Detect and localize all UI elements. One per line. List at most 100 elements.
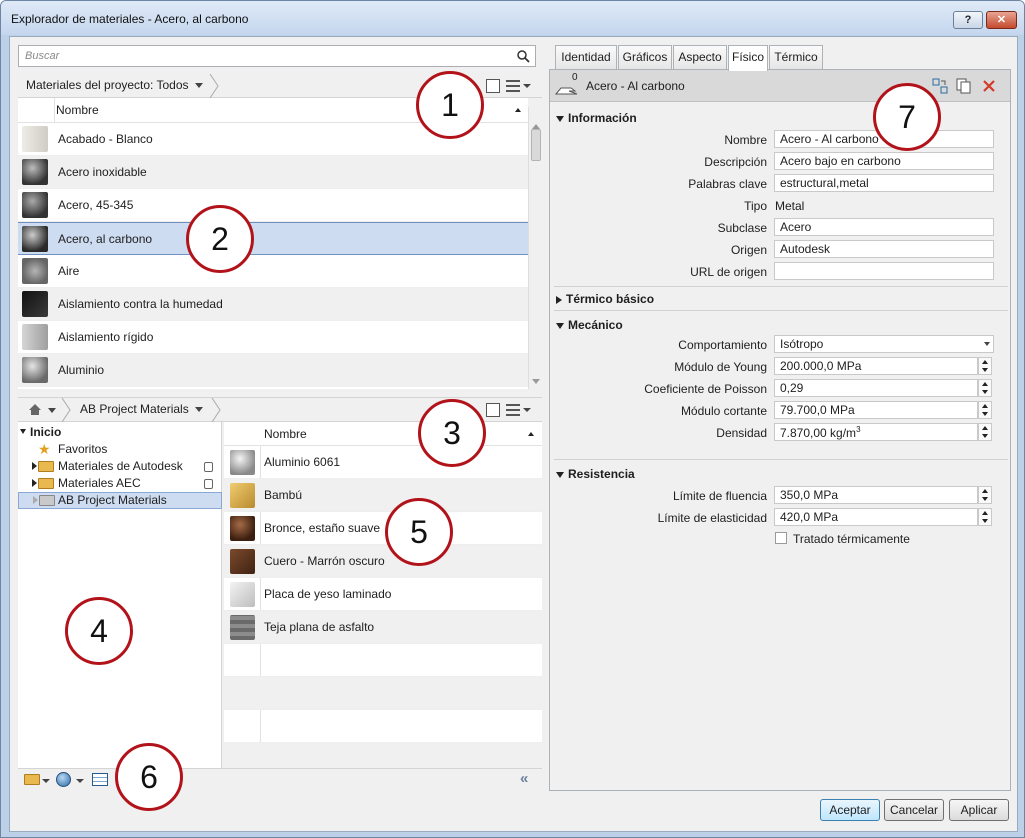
project-filter-dropdown[interactable]: Materiales del proyecto: Todos (26, 78, 203, 92)
modulo-cortante-field[interactable]: 79.700,0 MPa (774, 401, 978, 419)
poisson-stepper[interactable] (978, 379, 992, 397)
replace-asset-icon[interactable] (932, 78, 948, 94)
name-column-header[interactable]: Nombre (56, 103, 99, 117)
library-dropdown[interactable]: AB Project Materials (80, 402, 203, 416)
cancel-button[interactable]: Cancelar (884, 799, 944, 821)
modulo-cortante-stepper[interactable] (978, 401, 992, 419)
spin-up-icon[interactable] (982, 489, 988, 493)
create-material-icon[interactable] (56, 772, 71, 787)
remove-asset-icon[interactable] (982, 79, 996, 93)
descripcion-field[interactable]: Acero bajo en carbono (774, 152, 994, 170)
limite-fluencia-field[interactable]: 350,0 MPa (774, 486, 978, 504)
chevron-down-icon[interactable] (523, 407, 531, 412)
section-mecanico[interactable]: Mecánico (556, 318, 623, 332)
asset-browser-icon[interactable] (92, 773, 108, 786)
list-item-selected[interactable]: Acero, al carbono (18, 222, 528, 255)
tab-fisico[interactable]: Físico (728, 45, 768, 71)
origen-field[interactable]: Autodesk (774, 240, 994, 258)
section-informacion[interactable]: Información (556, 111, 637, 125)
list-item[interactable]: Bambú (224, 479, 542, 512)
name-column-header[interactable]: Nombre (264, 427, 307, 441)
spin-up-icon[interactable] (982, 382, 988, 386)
duplicate-asset-icon[interactable] (956, 78, 972, 94)
list-item[interactable]: Cuero - Marrón oscuro (224, 545, 542, 578)
tree-root-inicio[interactable]: Inicio (18, 424, 222, 441)
scrollbar-thumb[interactable] (531, 129, 541, 161)
tree-item-aec[interactable]: Materiales AEC (18, 475, 222, 492)
home-icon[interactable] (28, 403, 42, 416)
limite-elasticidad-field[interactable]: 420,0 MPa (774, 508, 978, 526)
search-icon[interactable] (516, 49, 530, 63)
ok-button[interactable]: Aceptar (820, 799, 880, 821)
tree-item-ab-project[interactable]: AB Project Materials (18, 492, 222, 509)
subclase-field[interactable]: Acero (774, 218, 994, 236)
tab-termico[interactable]: Térmico (769, 45, 823, 69)
palabras-clave-field[interactable]: estructural,metal (774, 174, 994, 192)
url-origen-field[interactable] (774, 262, 994, 280)
expand-arrow-icon[interactable] (20, 429, 26, 434)
chevron-down-icon[interactable] (523, 83, 531, 88)
section-termico-basico[interactable]: Térmico básico (556, 292, 654, 306)
sort-ascending-icon[interactable] (515, 108, 521, 112)
tab-identidad[interactable]: Identidad (555, 45, 617, 69)
spin-down-icon[interactable] (982, 519, 988, 523)
list-view-icon[interactable] (506, 403, 520, 416)
spin-down-icon[interactable] (982, 368, 988, 372)
list-item[interactable]: Acero inoxidable (18, 156, 528, 189)
sort-ascending-icon[interactable] (528, 432, 534, 436)
tree-item-autodesk[interactable]: Materiales de Autodesk (18, 458, 222, 475)
comportamiento-select[interactable]: Isótropo (774, 335, 994, 353)
spin-down-icon[interactable] (982, 412, 988, 416)
material-name: Aluminio 6061 (264, 455, 341, 469)
limite-fluencia-stepper[interactable] (978, 486, 992, 504)
list-item[interactable]: Aluminio (18, 354, 528, 387)
spin-up-icon[interactable] (982, 511, 988, 515)
list-item[interactable]: Aire (18, 255, 528, 288)
help-button[interactable]: ? (953, 11, 983, 29)
spin-down-icon[interactable] (982, 434, 988, 438)
list-item[interactable]: Placa de yeso laminado (224, 578, 542, 611)
spin-down-icon[interactable] (982, 390, 988, 394)
scroll-down-icon[interactable] (532, 379, 540, 384)
chevron-down-icon[interactable] (42, 779, 50, 783)
list-item[interactable]: Acero, 45-345 (18, 189, 528, 222)
section-resistencia[interactable]: Resistencia (556, 467, 635, 481)
spin-up-icon[interactable] (982, 426, 988, 430)
densidad-field[interactable]: 7.870,00 kg/m3 (774, 423, 978, 441)
spin-down-icon[interactable] (982, 497, 988, 501)
panel-toggle-icon[interactable] (486, 78, 500, 93)
list-item[interactable]: Aluminio 6061 (224, 446, 542, 479)
palabras-clave-label: Palabras clave (688, 177, 767, 191)
spin-up-icon[interactable] (982, 404, 988, 408)
modulo-young-field[interactable]: 200.000,0 MPa (774, 357, 978, 375)
list-item[interactable]: Aislamiento rígido (18, 321, 528, 354)
library-folder-icon[interactable] (24, 774, 40, 785)
chevron-down-icon[interactable] (76, 779, 84, 783)
callout-6: 6 (115, 743, 183, 811)
expand-arrow-icon[interactable] (32, 462, 37, 470)
spin-up-icon[interactable] (982, 360, 988, 364)
expand-arrow-icon[interactable] (32, 479, 37, 487)
close-button[interactable]: ✕ (986, 11, 1017, 29)
tratado-termicamente-checkbox[interactable] (775, 532, 787, 544)
expand-arrow-icon[interactable] (33, 496, 38, 504)
chevron-down-icon[interactable] (48, 408, 56, 413)
list-item[interactable]: Aislamiento contra la humedad (18, 288, 528, 321)
limite-elasticidad-stepper[interactable] (978, 508, 992, 526)
tab-aspecto[interactable]: Aspecto (673, 45, 727, 69)
panel-toggle-icon[interactable] (486, 402, 500, 417)
search-input[interactable]: Buscar (18, 45, 536, 67)
poisson-field[interactable]: 0,29 (774, 379, 978, 397)
project-list-scrollbar[interactable] (528, 107, 542, 389)
list-item[interactable]: Teja plana de asfalto (224, 611, 542, 644)
modulo-young-stepper[interactable] (978, 357, 992, 375)
collapse-left-icon[interactable]: « (520, 770, 528, 787)
tree-item-favoritos[interactable]: ★ Favoritos (18, 441, 222, 458)
list-item[interactable]: Bronce, estaño suave (224, 512, 542, 545)
densidad-stepper[interactable] (978, 423, 992, 441)
material-name: Aislamiento rígido (58, 330, 154, 344)
material-thumbnail (230, 615, 255, 640)
apply-button[interactable]: Aplicar (949, 799, 1009, 821)
list-view-icon[interactable] (506, 79, 520, 92)
tab-graficos[interactable]: Gráficos (618, 45, 672, 69)
